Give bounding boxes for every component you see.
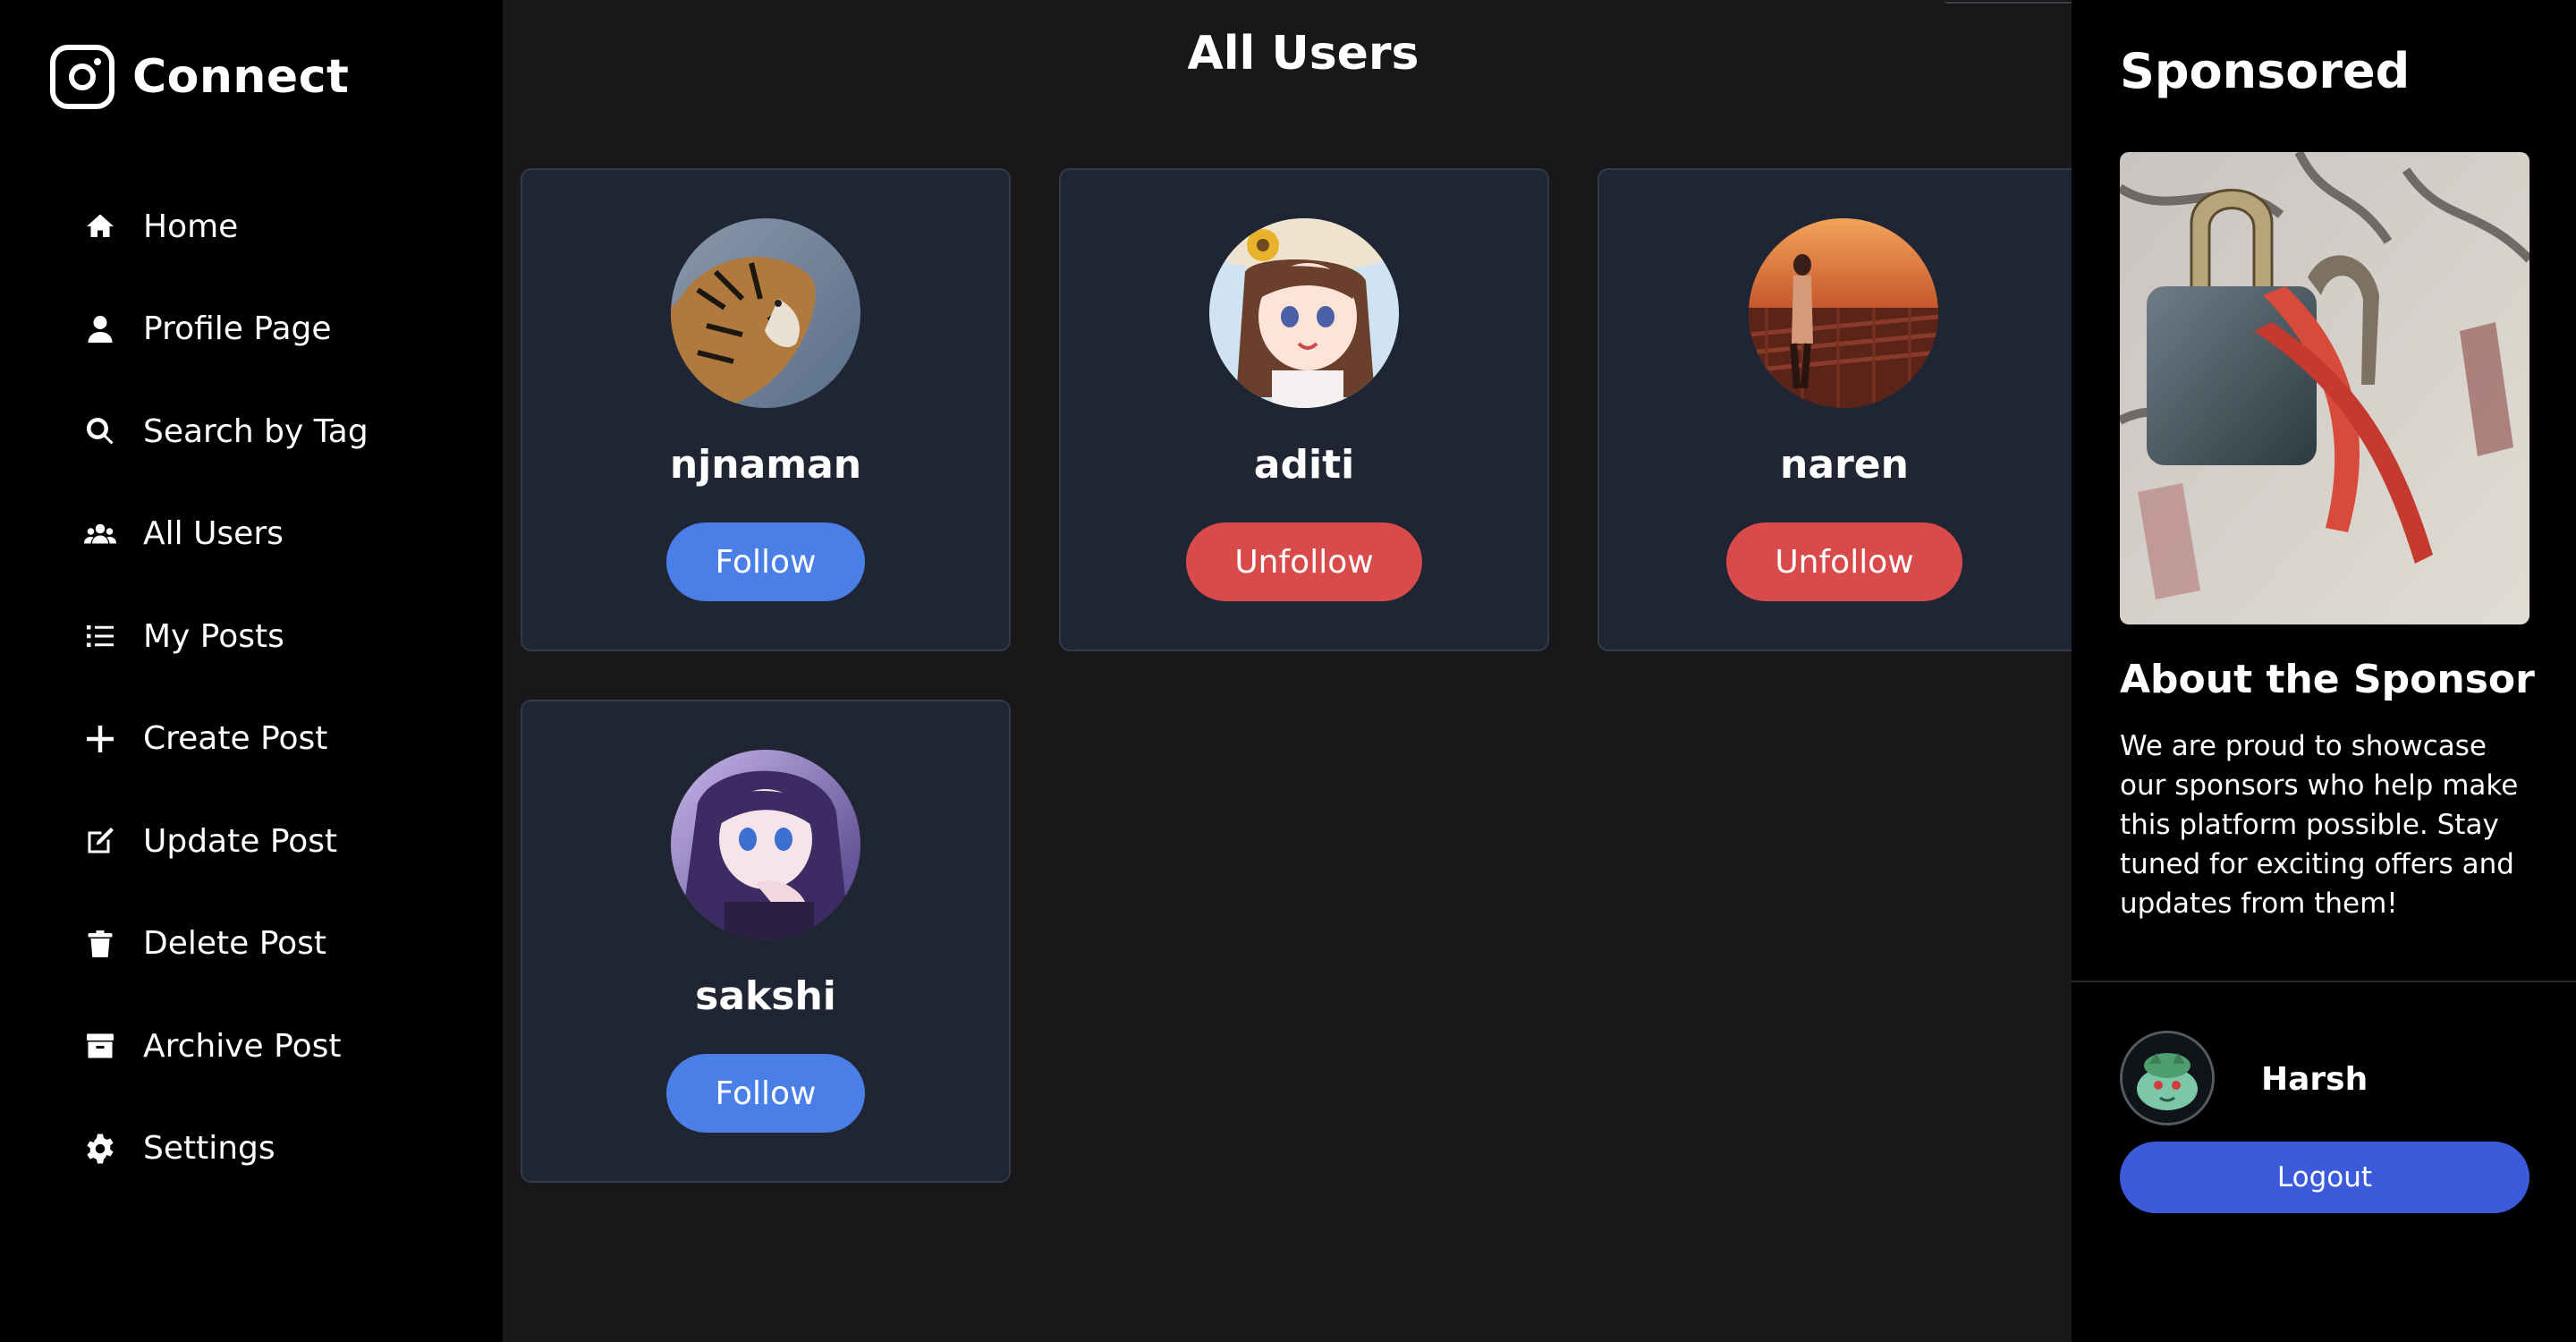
sidebar-item-label: My Posts — [143, 617, 284, 655]
instagram-camera-icon — [50, 45, 114, 109]
main-content: All Users njnaman Follow aditi Unfollow … — [503, 0, 2320, 1342]
users-icon — [82, 516, 118, 552]
left-sidebar: Connect Home Profile Page Search by Tag … — [0, 0, 503, 1342]
follow-button[interactable]: Follow — [666, 522, 865, 601]
trash-icon — [82, 926, 118, 962]
sidebar-item-delete-post[interactable]: Delete Post — [82, 893, 369, 996]
sidebar-item-create-post[interactable]: Create Post — [82, 688, 369, 791]
list-icon — [82, 618, 118, 654]
sidebar-item-label: Profile Page — [143, 310, 332, 348]
page-title: All Users — [1187, 27, 1419, 81]
avatar[interactable] — [1209, 218, 1399, 408]
current-username: Harsh — [2261, 1061, 2368, 1098]
avatar[interactable] — [671, 218, 860, 408]
sidebar-item-my-posts[interactable]: My Posts — [82, 585, 369, 688]
sidebar-item-label: Home — [143, 208, 239, 245]
sidebar-item-settings[interactable]: Settings — [82, 1098, 369, 1201]
sponsored-title: Sponsored — [2120, 43, 2411, 99]
sidebar-item-label: Delete Post — [143, 925, 327, 963]
about-sponsor-title: About the Sponsor — [2120, 657, 2535, 702]
username: naren — [1780, 442, 1909, 488]
sidebar-nav: Home Profile Page Search by Tag All User… — [82, 175, 369, 1200]
search-icon — [82, 413, 118, 449]
sponsor-image[interactable] — [2120, 152, 2529, 624]
username: aditi — [1253, 442, 1355, 488]
unfollow-button[interactable]: Unfollow — [1726, 522, 1962, 601]
plus-icon — [82, 721, 118, 757]
user-icon — [82, 311, 118, 347]
sidebar-item-home[interactable]: Home — [82, 175, 369, 278]
sidebar-item-update-post[interactable]: Update Post — [82, 790, 369, 893]
user-card: sakshi Follow — [521, 700, 1011, 1183]
username: sakshi — [695, 973, 836, 1019]
username: njnaman — [669, 442, 862, 488]
user-card: naren Unfollow — [1597, 168, 2098, 651]
divider — [2072, 981, 2576, 982]
gear-icon — [82, 1131, 118, 1167]
brand[interactable]: Connect — [50, 43, 349, 111]
user-card: njnaman Follow — [521, 168, 1011, 651]
sidebar-item-label: All Users — [143, 515, 284, 553]
sidebar-item-search[interactable]: Search by Tag — [82, 380, 369, 483]
avatar[interactable] — [1749, 218, 1938, 408]
sidebar-item-label: Create Post — [143, 720, 328, 758]
avatar[interactable] — [671, 750, 860, 939]
avatar[interactable] — [2120, 1031, 2215, 1125]
sidebar-item-label: Search by Tag — [143, 412, 369, 450]
user-card: aditi Unfollow — [1059, 168, 1549, 651]
sidebar-item-profile[interactable]: Profile Page — [82, 278, 369, 381]
unfollow-button[interactable]: Unfollow — [1186, 522, 1422, 601]
sidebar-item-all-users[interactable]: All Users — [82, 483, 369, 586]
sidebar-item-label: Settings — [143, 1130, 275, 1168]
edit-icon — [82, 823, 118, 859]
brand-name: Connect — [132, 50, 350, 104]
home-icon — [82, 208, 118, 244]
follow-button[interactable]: Follow — [666, 1054, 865, 1133]
sidebar-item-label: Update Post — [143, 822, 338, 860]
sidebar-item-label: Archive Post — [143, 1027, 342, 1065]
logout-button[interactable]: Logout — [2120, 1142, 2529, 1213]
about-sponsor-text: We are proud to showcase our sponsors wh… — [2120, 730, 2519, 920]
right-sidebar: Sponsored About the Sponsor We are proud… — [2072, 0, 2576, 1342]
archive-icon — [82, 1028, 118, 1064]
sidebar-item-archive-post[interactable]: Archive Post — [82, 995, 369, 1098]
